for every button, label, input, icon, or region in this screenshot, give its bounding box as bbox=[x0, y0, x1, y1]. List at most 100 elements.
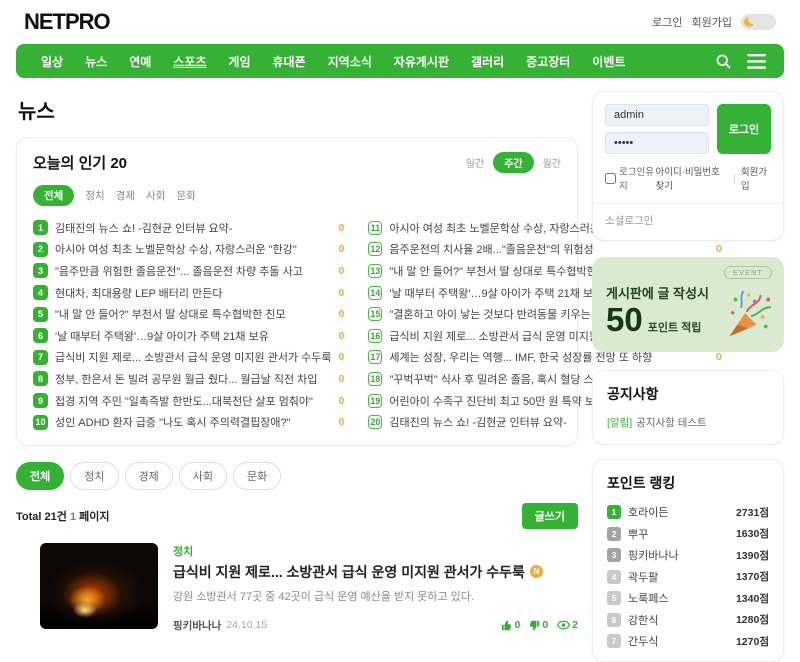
username-input[interactable] bbox=[605, 104, 709, 126]
write-button[interactable]: 글쓰기 bbox=[522, 503, 578, 529]
notice-card: 공지사항 [알림] 공지사항 테스트 bbox=[592, 370, 784, 445]
popular-category-tab[interactable]: 문화 bbox=[176, 188, 195, 203]
rank-badge: 2 bbox=[33, 242, 48, 257]
page-number: 1 bbox=[70, 511, 76, 523]
popular-item-title[interactable]: '날 때부터 주택왕'…9살 아이가 주택 21채 보유 bbox=[55, 328, 332, 344]
article-summary: 강원 소방관서 77곳 중 42곳이 급식 운영 예산을 받지 못하고 있다. bbox=[173, 588, 578, 604]
eye-icon bbox=[557, 620, 570, 630]
ranking-name[interactable]: 뿌꾸 bbox=[628, 526, 648, 542]
popular-item[interactable]: 3 "음주만큼 위험한 졸음운전"... 졸음운전 차량 추돌 사고 0 bbox=[33, 260, 344, 282]
menu-button[interactable] bbox=[747, 54, 766, 69]
ranking-points: 1280점 bbox=[736, 612, 769, 627]
period-tab[interactable]: 주간 bbox=[493, 152, 533, 173]
category-filter[interactable]: 문화 bbox=[233, 462, 281, 490]
article-title[interactable]: 급식비 지원 제로... 소방관서 급식 운영 미지원 관서가 수두룩 bbox=[173, 562, 525, 582]
popular-item-count: 0 bbox=[339, 416, 345, 428]
ranking-name[interactable]: 핑키바나나 bbox=[628, 547, 679, 563]
ranking-item: 6 강한식 1280점 bbox=[607, 613, 769, 627]
social-login-label: 소셜로그인 bbox=[605, 213, 771, 228]
popular-item-title[interactable]: "음주만큼 위험한 졸음운전"... 졸음운전 차량 추돌 사고 bbox=[55, 263, 332, 279]
popular-item-title[interactable]: 현대차, 최대용량 LEP 배터리 만든다 bbox=[55, 285, 332, 301]
nav-item[interactable]: 연예 bbox=[118, 53, 162, 70]
nav-item[interactable]: 게임 bbox=[217, 53, 261, 70]
notice-tag: [알림] bbox=[607, 415, 632, 430]
nav-item[interactable]: 뉴스 bbox=[74, 53, 118, 70]
site-logo[interactable]: NETPRO bbox=[24, 9, 110, 35]
popular-item[interactable]: 6 '날 때부터 주택왕'…9살 아이가 주택 21채 보유 0 bbox=[33, 325, 344, 347]
rank-badge: 9 bbox=[33, 393, 48, 408]
divider bbox=[593, 203, 783, 204]
notice-item-title[interactable]: 공지사항 테스트 bbox=[636, 415, 707, 430]
login-card: 로그인 로그인유지 아이디·비밀번호 찾기 | 회원가입 소셜로그인 bbox=[592, 91, 784, 241]
popular-item[interactable]: 2 아시아 여성 최초 노벨문학상 수상, 자랑스러운 "한강" 0 bbox=[33, 239, 344, 261]
nav-item[interactable]: 중고장터 bbox=[515, 53, 581, 70]
keep-login-label[interactable]: 로그인유지 bbox=[605, 164, 656, 192]
popular-item-title[interactable]: 급식비 지원 제로... 소방관서 급식 운영 미지원 관서가 수두룩 bbox=[55, 349, 332, 365]
category-filter[interactable]: 정치 bbox=[70, 462, 118, 490]
popular-item[interactable]: 10 성인 ADHD 환자 급증 "나도 혹시 주의력결핍장애?" 0 bbox=[33, 411, 344, 433]
period-tab[interactable]: 일간 bbox=[466, 155, 484, 170]
popular-category-tab[interactable]: 경제 bbox=[116, 188, 135, 203]
notice-item[interactable]: [알림] 공지사항 테스트 bbox=[607, 415, 769, 430]
event-banner[interactable]: EVENT 게시판에 글 작성시 50 포인트 적립 bbox=[592, 257, 784, 352]
popular-list: 1 김태진의 뉴스 쇼! -김현균 인터뷰 요약- 0 2 아시아 여성 최초 … bbox=[33, 217, 561, 433]
category-filter[interactable]: 사회 bbox=[179, 462, 227, 490]
article-author[interactable]: 핑키바나나 bbox=[173, 618, 221, 633]
find-account-link[interactable]: 아이디·비밀번호 찾기 bbox=[656, 164, 729, 192]
search-icon bbox=[715, 53, 732, 70]
nav-item[interactable]: 자유게시판 bbox=[383, 53, 460, 70]
ranking-name[interactable]: 강한식 bbox=[628, 612, 658, 628]
popular-category-tab[interactable]: 전체 bbox=[33, 185, 74, 206]
popular-item-title[interactable]: 접경 지역 주민 "일촉즉발 한반도...대북전단 살포 멈춰야" bbox=[55, 393, 332, 409]
popular-item[interactable]: 7 급식비 지원 제로... 소방관서 급식 운영 미지원 관서가 수두룩 0 bbox=[33, 347, 344, 369]
nav-item[interactable]: 일상 bbox=[30, 53, 74, 70]
ranking-name[interactable]: 곽두팔 bbox=[628, 569, 658, 585]
login-link[interactable]: 로그인 bbox=[652, 14, 682, 30]
signup-link[interactable]: 회원가입 bbox=[692, 14, 732, 30]
popular-item[interactable]: 9 접경 지역 주민 "일촉즉발 한반도...대북전단 살포 멈춰야" 0 bbox=[33, 390, 344, 412]
nav-item[interactable]: 지역소식 bbox=[317, 53, 383, 70]
ranking-name[interactable]: 노룩페스 bbox=[628, 590, 668, 606]
popular-item-title[interactable]: 김태진의 뉴스 쇼! -김현균 인터뷰 요약- bbox=[55, 220, 332, 236]
category-filter[interactable]: 전체 bbox=[16, 462, 64, 490]
signup-link-sidebar[interactable]: 회원가입 bbox=[741, 164, 771, 192]
article-thumbnail[interactable] bbox=[40, 543, 158, 629]
article-row: 정치 급식비 지원 제로... 소방관서 급식 운영 미지원 관서가 수두룩 N… bbox=[16, 543, 578, 633]
popular-item[interactable]: 5 "내 말 안 들어?" 부천서 딸 상대로 특수협박한 친모 0 bbox=[33, 303, 344, 325]
popular-item-count: 0 bbox=[339, 222, 345, 234]
keep-login-checkbox[interactable] bbox=[605, 173, 616, 184]
rank-badge: 16 bbox=[368, 329, 382, 343]
rank-badge: 15 bbox=[368, 307, 382, 321]
dark-mode-toggle[interactable] bbox=[741, 14, 776, 30]
ranking-points: 1390점 bbox=[736, 548, 769, 563]
popular-item-title[interactable]: "내 말 안 들어?" 부천서 딸 상대로 특수협박한 친모 bbox=[55, 306, 332, 322]
popular-item[interactable]: 1 김태진의 뉴스 쇼! -김현균 인터뷰 요약- 0 bbox=[33, 217, 344, 239]
nav-item[interactable]: 갤러리 bbox=[460, 53, 515, 70]
page-title: 뉴스 bbox=[18, 95, 578, 124]
nav-item[interactable]: 휴대폰 bbox=[262, 53, 317, 70]
popular-category-tab[interactable]: 사회 bbox=[146, 188, 165, 203]
ranking-name[interactable]: 간두식 bbox=[628, 633, 658, 649]
ranking-rank-badge: 3 bbox=[607, 548, 621, 562]
search-button[interactable] bbox=[715, 53, 732, 70]
ranking-name[interactable]: 호라이든 bbox=[628, 504, 668, 520]
popular-category-tab[interactable]: 정치 bbox=[85, 188, 104, 203]
nav-item[interactable]: 이벤트 bbox=[581, 53, 636, 70]
ranking-item: 2 뿌꾸 1630점 bbox=[607, 527, 769, 541]
nav-item[interactable]: 스포츠 bbox=[162, 53, 217, 70]
popular-category-tabs: 전체 정치 경제 사회 문화 bbox=[33, 185, 561, 206]
article-date: 24.10.15 bbox=[226, 619, 267, 631]
category-filter[interactable]: 경제 bbox=[125, 462, 173, 490]
popular-item-count: 0 bbox=[339, 351, 345, 363]
article-category[interactable]: 정치 bbox=[173, 543, 578, 559]
login-button[interactable]: 로그인 bbox=[717, 104, 771, 154]
popular-item[interactable]: 4 현대차, 최대용량 LEP 배터리 만든다 0 bbox=[33, 282, 344, 304]
period-tab[interactable]: 월간 bbox=[543, 155, 561, 170]
popular-item-title[interactable]: 정부, 한은서 돈 빌려 공무원 월급 줬다... 월급날 직전 차입 bbox=[55, 371, 332, 387]
password-input[interactable] bbox=[605, 132, 709, 154]
rank-badge: 11 bbox=[368, 221, 382, 235]
view-count: 2 bbox=[572, 619, 578, 631]
popular-item-title[interactable]: 아시아 여성 최초 노벨문학상 수상, 자랑스러운 "한강" bbox=[55, 241, 332, 257]
popular-item-title[interactable]: 성인 ADHD 환자 급증 "나도 혹시 주의력결핍장애?" bbox=[55, 414, 332, 430]
popular-item[interactable]: 8 정부, 한은서 돈 빌려 공무원 월급 줬다... 월급날 직전 차입 0 bbox=[33, 368, 344, 390]
